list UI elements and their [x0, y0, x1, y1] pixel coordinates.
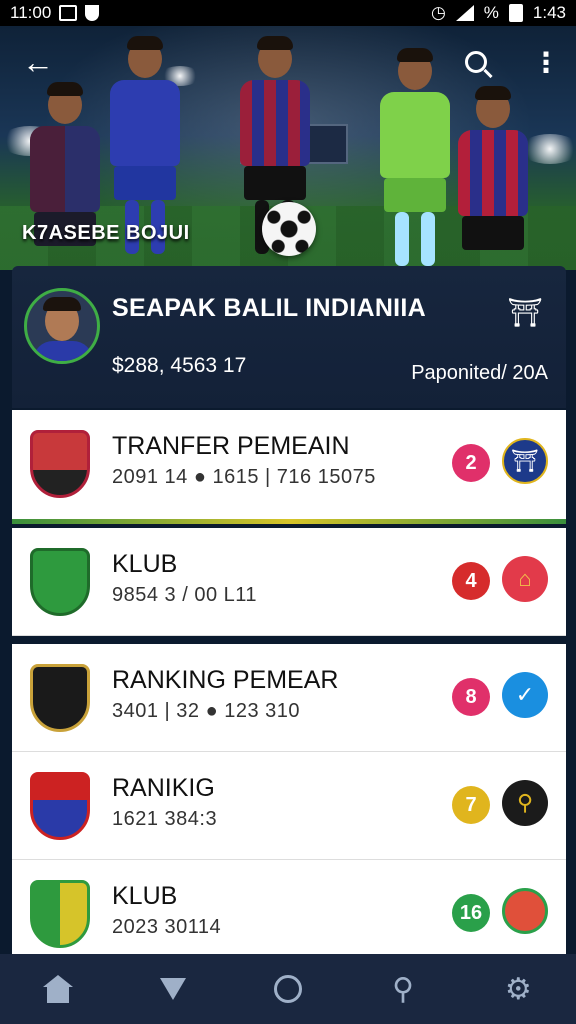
club-logo-icon: [30, 772, 90, 840]
count-badge: 2: [452, 444, 490, 482]
stadium-light: [520, 134, 576, 164]
divider: [12, 519, 566, 524]
nav-triangle-button[interactable]: [143, 964, 203, 1014]
item-title: KLUB: [112, 882, 178, 910]
item-subtitle: 9854 3 / 00 L11: [112, 584, 258, 606]
item-title: TRANFER PEMEAIN: [112, 432, 350, 460]
club-logo-icon: [30, 548, 90, 616]
gallery-icon: [59, 5, 78, 21]
list-item-klub[interactable]: KLUB 9854 3 / 00 L11 4 ⌂: [12, 528, 566, 636]
list-item-transfer[interactable]: TRANFER PEMEAIN 2091 14 ● 1615 | 716 150…: [12, 410, 566, 524]
person-icon: ⚲: [392, 972, 415, 1006]
status-time-left: 11:00: [10, 3, 52, 22]
item-subtitle: 2023 30114: [112, 916, 222, 938]
bottom-navigation: ⚲ ⚙: [0, 954, 576, 1024]
key-icon[interactable]: ⚲: [502, 780, 548, 826]
more-vertical-icon: ⋮: [532, 46, 560, 78]
item-subtitle: 3401 | 32 ● 123 310: [112, 700, 301, 722]
avatar[interactable]: [24, 288, 100, 364]
battery-icon: [508, 4, 523, 22]
battery-percent: %: [483, 3, 499, 22]
club-logo-icon: [30, 880, 90, 948]
club-crest-icon[interactable]: ⛩: [502, 438, 548, 484]
count-badge: 8: [452, 678, 490, 716]
list-item-klub-2[interactable]: KLUB 2023 30114 16: [12, 860, 566, 968]
back-button[interactable]: ←: [18, 42, 58, 82]
player-photo-icon: [30, 430, 90, 498]
home-icon: [42, 975, 73, 1003]
settings-icon: ⚙: [504, 972, 532, 1006]
more-options-button[interactable]: ⋮: [526, 42, 566, 82]
player-figure: [458, 86, 528, 250]
club-logo-icon: [30, 664, 90, 732]
check-icon[interactable]: ✓: [502, 672, 548, 718]
triangle-icon: [159, 978, 186, 1000]
list-item-ranikig[interactable]: RANIKIG 1621 384:3 7 ⚲: [12, 752, 566, 860]
status-bar: 11:00 ◷ % 1:43: [0, 0, 576, 26]
nav-settings-button[interactable]: ⚙: [488, 964, 548, 1014]
status-time-right: 1:43: [532, 3, 566, 22]
profile-meta: Paponited/ 20A: [411, 362, 548, 384]
player-figure: [380, 48, 450, 266]
signal-icon: [455, 5, 474, 21]
profile-stats: $288, 4563 17: [112, 354, 247, 377]
nav-circle-button[interactable]: [258, 964, 318, 1014]
alarm-icon: ◷: [430, 3, 446, 22]
nav-home-button[interactable]: [28, 964, 88, 1014]
item-title: RANIKIG: [112, 774, 215, 802]
search-icon: [465, 51, 487, 73]
profile-card[interactable]: SEAPAK BALIL INDIANIIA $288, 4563 17 ⛩ P…: [12, 266, 566, 408]
count-badge: 4: [452, 562, 490, 600]
arrow-left-icon: ←: [22, 43, 54, 80]
menu-list: TRANFER PEMEAIN 2091 14 ● 1615 | 716 150…: [12, 410, 566, 968]
list-item-ranking-pemear[interactable]: RANKING PEMEAR 3401 | 32 ● 123 310 8 ✓: [12, 644, 566, 752]
search-button[interactable]: [456, 42, 496, 82]
house-icon[interactable]: ⌂: [502, 556, 548, 602]
item-subtitle: 2091 14 ● 1615 | 716 15075: [112, 466, 376, 488]
circle-icon: [273, 975, 302, 1003]
item-title: KLUB: [112, 550, 178, 578]
item-title: RANKING PEMEAR: [112, 666, 339, 694]
circle-icon[interactable]: [502, 888, 548, 934]
profile-title: SEAPAK BALIL INDIANIIA: [112, 294, 427, 322]
hero-banner: ← ⋮ K7ASEBE BOJUI: [0, 26, 576, 270]
shield-icon: [85, 5, 100, 21]
item-subtitle: 1621 384:3: [112, 808, 218, 830]
hero-caption: K7ASEBE BOJUI: [22, 222, 190, 244]
count-badge: 7: [452, 786, 490, 824]
football-icon: [262, 202, 316, 256]
shield-icon: ⛩: [507, 297, 543, 328]
nav-profile-button[interactable]: ⚲: [373, 964, 433, 1014]
count-badge: 16: [452, 894, 490, 932]
